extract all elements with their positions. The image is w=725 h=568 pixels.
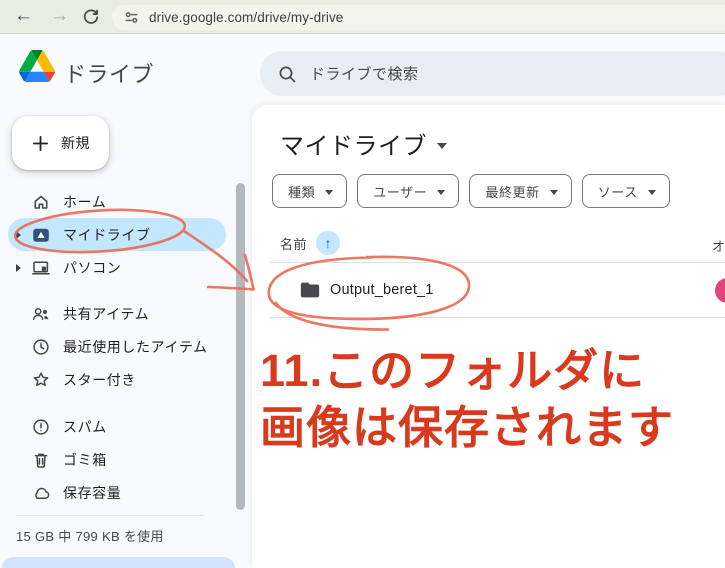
sidebar-item-label: パソコン	[63, 258, 121, 278]
sidebar-item-label: マイドライブ	[63, 225, 151, 245]
sidebar-item-computers[interactable]: パソコン	[8, 251, 226, 284]
plus-icon	[31, 134, 50, 153]
sidebar: 新規 ホーム マイドライブ	[0, 105, 252, 568]
search-input[interactable]: ドライブで検索	[260, 51, 725, 96]
chevron-down-icon	[437, 190, 445, 195]
sidebar-scrollbar[interactable]	[236, 183, 245, 510]
new-button-label: 新規	[61, 133, 90, 153]
sidebar-item-spam[interactable]: スパム	[8, 410, 226, 443]
new-button[interactable]: 新規	[12, 116, 109, 170]
sidebar-item-shared[interactable]: 共有アイテム	[8, 297, 226, 330]
site-settings-icon	[123, 9, 140, 26]
trash-icon	[31, 450, 51, 470]
search-placeholder: ドライブで検索	[310, 63, 419, 84]
spam-icon	[31, 417, 51, 437]
sidebar-divider	[16, 515, 204, 516]
sidebar-item-recent[interactable]: 最近使用したアイテム	[8, 330, 226, 363]
name-column-label: 名前	[280, 234, 307, 253]
file-name: Output_beret_1	[330, 282, 434, 298]
main-content: マイドライブ 種類 ユーザー 最終更新 ソース 名前 ↑ オ	[252, 105, 725, 568]
owner-avatar[interactable]	[715, 278, 725, 303]
filter-chip-source[interactable]: ソース	[582, 174, 670, 208]
sidebar-item-label: ホーム	[63, 192, 106, 212]
home-icon	[31, 192, 51, 212]
browser-back-icon[interactable]: ←	[14, 4, 33, 28]
filter-chip-type[interactable]: 種類	[272, 174, 347, 208]
chip-label: 種類	[288, 182, 315, 201]
browser-reload-icon[interactable]	[82, 8, 100, 26]
sidebar-item-label: 最近使用したアイテム	[63, 337, 208, 357]
filter-chip-people[interactable]: ユーザー	[357, 174, 459, 208]
browser-forward-icon[interactable]: →	[50, 4, 69, 28]
chevron-down-icon	[550, 190, 558, 195]
expand-arrow-icon[interactable]	[16, 264, 21, 272]
cloud-icon	[31, 483, 51, 503]
sort-ascending-icon[interactable]: ↑	[316, 231, 340, 255]
clock-icon	[31, 337, 51, 357]
my-drive-icon	[31, 225, 51, 245]
sidebar-item-label: スパム	[63, 417, 107, 437]
annotation-text: 11.このフォルダに 画像は保存されます	[260, 343, 674, 456]
filter-chip-modified[interactable]: 最終更新	[469, 174, 571, 208]
sidebar-item-label: ゴミ箱	[63, 450, 107, 470]
column-header-owner-partial: オ	[712, 236, 725, 255]
expand-arrow-icon[interactable]	[16, 231, 21, 239]
annotation-line-2: 画像は保存されます	[260, 400, 674, 457]
chevron-down-icon	[325, 190, 333, 195]
annotation-line-1: 11.このフォルダに	[260, 343, 674, 400]
chip-label: ソース	[598, 182, 638, 201]
browser-toolbar: ← → drive.google.com/drive/my-drive	[0, 0, 725, 34]
app-title: ドライブ	[64, 57, 154, 89]
file-row-output-beret-1[interactable]: Output_beret_1	[252, 263, 725, 317]
list-divider	[270, 317, 725, 318]
url-bar[interactable]: drive.google.com/drive/my-drive	[112, 5, 725, 30]
sidebar-item-label: スター付き	[63, 370, 136, 390]
sidebar-item-trash[interactable]: ゴミ箱	[8, 443, 226, 476]
sidebar-nav: ホーム マイドライブ パソコン	[0, 185, 226, 509]
chevron-down-icon	[437, 143, 447, 149]
google-drive-logo[interactable]	[19, 50, 55, 82]
sidebar-item-my-drive[interactable]: マイドライブ	[8, 218, 226, 251]
computer-icon	[31, 258, 51, 278]
column-header-name[interactable]: 名前 ↑	[280, 231, 340, 255]
chip-label: ユーザー	[373, 182, 427, 201]
page-title: マイドライブ	[280, 126, 427, 161]
people-icon	[31, 304, 51, 324]
storage-usage-text: 15 GB 中 799 KB を使用	[16, 526, 164, 545]
chip-label: 最終更新	[485, 182, 539, 201]
get-more-storage-button[interactable]	[2, 557, 235, 568]
page-title-dropdown[interactable]: マイドライブ	[280, 126, 447, 161]
star-icon	[31, 370, 51, 390]
filter-chips: 種類 ユーザー 最終更新 ソース	[272, 174, 670, 208]
sidebar-item-label: 共有アイテム	[63, 304, 149, 324]
url-text: drive.google.com/drive/my-drive	[149, 10, 343, 25]
sidebar-item-starred[interactable]: スター付き	[8, 363, 226, 396]
sidebar-item-label: 保存容量	[63, 483, 121, 503]
sidebar-item-storage[interactable]: 保存容量	[8, 476, 226, 509]
chevron-down-icon	[648, 190, 656, 195]
folder-icon	[299, 279, 321, 301]
sidebar-item-home[interactable]: ホーム	[8, 185, 226, 218]
search-icon	[277, 64, 297, 84]
